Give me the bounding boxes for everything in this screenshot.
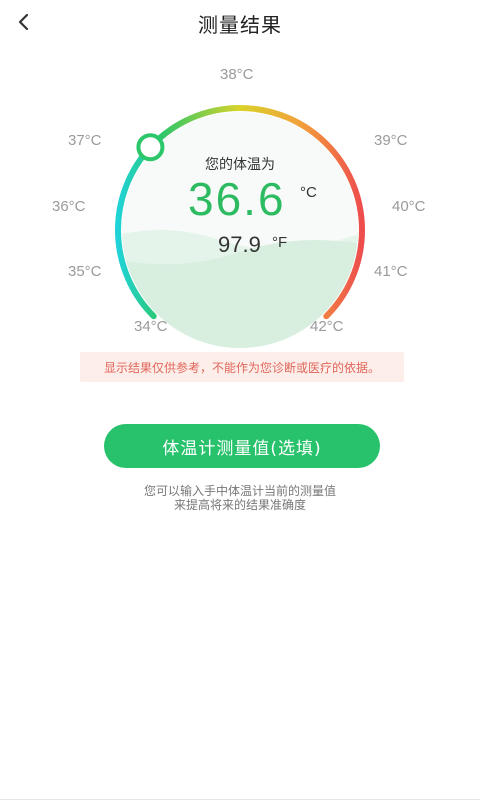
celsius-unit: °C	[300, 184, 317, 201]
fahrenheit-value: 97.9	[218, 232, 261, 257]
result-page: 测量结果 34°C 35°C 36°C 37°C 38°C 39°C 40°C …	[0, 0, 480, 800]
temperature-gauge: 34°C 35°C 36°C 37°C 38°C 39°C 40°C 41°C …	[0, 50, 480, 350]
disclaimer-notice: 显示结果仅供参考，不能作为您诊断或医疗的依据。	[80, 352, 404, 382]
enter-thermometer-value-button[interactable]: 体温计测量值(选填)	[104, 424, 380, 468]
tick-38: 38°C	[220, 66, 254, 83]
fahrenheit-unit: °F	[272, 234, 288, 251]
reading-label: 您的体温为	[205, 157, 275, 173]
hint-line-2: 来提高将来的结果准确度	[173, 498, 306, 512]
header: 测量结果	[0, 0, 480, 46]
tick-35: 35°C	[68, 263, 102, 280]
hint-line-1: 您可以输入手中体温计当前的测量值	[143, 484, 336, 498]
tick-37: 37°C	[68, 132, 102, 149]
celsius-value: 36.6	[188, 173, 286, 225]
tick-36: 36°C	[52, 198, 86, 215]
gauge-dial	[115, 105, 365, 348]
page-title: 测量结果	[198, 13, 282, 37]
tick-40: 40°C	[392, 198, 426, 215]
hint-text: 您可以输入手中体温计当前的测量值 来提高将来的结果准确度	[0, 484, 480, 512]
